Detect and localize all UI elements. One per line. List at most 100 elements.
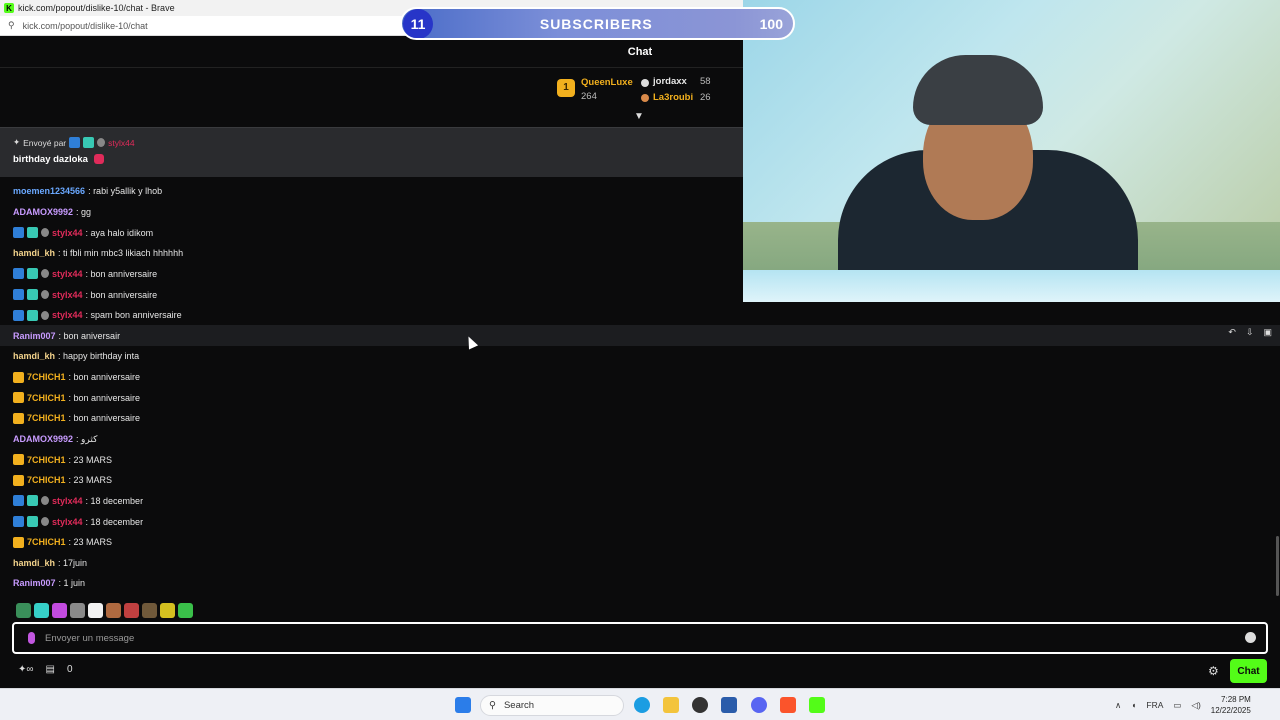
chat-username[interactable]: hamdi_kh (13, 558, 55, 568)
chat-message-row[interactable]: stylx44: bon anniversaire (0, 284, 1280, 305)
chat-username[interactable]: hamdi_kh (13, 248, 55, 258)
chat-username[interactable]: stylx44 (52, 517, 83, 527)
chat-message-row[interactable]: stylx44: bon anniversaire (0, 264, 1280, 285)
leaderboard-third-name[interactable]: La3roubi (653, 92, 693, 103)
brave-browser-icon[interactable] (780, 697, 796, 713)
chat-message-row[interactable]: hamdi_kh: happy birthday inta (0, 346, 1280, 367)
emote-icon[interactable] (52, 603, 67, 618)
emote-icon[interactable] (142, 603, 157, 618)
emote-icon[interactable] (124, 603, 139, 618)
chat-message-list[interactable]: moemen1234566: rabi y5allik y lhob ADAMOX… (0, 181, 1280, 594)
system-clock[interactable]: 7:28 PM 12/22/2025 (1211, 694, 1251, 716)
chat-username[interactable]: ADAMOX9992 (13, 434, 73, 444)
windows-start-icon[interactable] (455, 697, 471, 713)
emote-icon[interactable] (16, 603, 31, 618)
clock-date: 12/22/2025 (1210, 706, 1251, 715)
emote-icon[interactable] (34, 603, 49, 618)
taskbar-search[interactable]: ⚲ Search (480, 695, 624, 716)
chat-username[interactable]: Ranim007 (13, 578, 56, 588)
discord-icon[interactable] (751, 697, 767, 713)
chat-message-row[interactable]: 7CHICH1: bon anniversaire (0, 367, 1280, 388)
chat-message-row[interactable]: stylx44: 18 december (0, 511, 1280, 532)
points-icon[interactable]: ✦∞ (18, 664, 34, 675)
message-input-placeholder[interactable]: Envoyer un message (45, 633, 134, 644)
chat-message-row[interactable]: hamdi_kh: ti fbli min mbc3 likiach hhhhh… (0, 243, 1280, 264)
chat-username[interactable]: Ranim007 (13, 331, 56, 341)
chat-message-row[interactable]: 7CHICH1: 23 MARS (0, 470, 1280, 491)
chat-message-row[interactable]: stylx44: 18 december (0, 491, 1280, 512)
file-explorer-icon[interactable] (663, 697, 679, 713)
gift-leaderboard[interactable]: 1 QueenLuxe 264 jordaxx 58 La3roubi 26 (556, 74, 726, 106)
chat-message-row[interactable]: hamdi_kh: 17juin (0, 553, 1280, 574)
gifter-badge-icon (27, 309, 38, 321)
chat-message-row[interactable]: stylx44: spam bon anniversaire (0, 305, 1280, 326)
chat-message-row[interactable]: 7CHICH1: bon anniversaire (0, 408, 1280, 429)
gift-icon[interactable]: ▤ (46, 664, 55, 675)
microphone-icon[interactable] (28, 632, 35, 644)
chat-message-row[interactable]: moemen1234566: rabi y5allik y lhob (0, 181, 1280, 202)
chat-message-row[interactable]: 7CHICH1: 23 MARS (0, 449, 1280, 470)
volume-icon[interactable]: ◁) (1191, 700, 1200, 711)
crown-badge-icon (13, 454, 24, 466)
chat-username[interactable]: 7CHICH1 (27, 475, 66, 485)
chat-message-row[interactable]: 7CHICH1: 23 MARS (0, 532, 1280, 553)
obs-icon[interactable] (692, 697, 708, 713)
delete-icon[interactable]: ▣ (1263, 327, 1272, 338)
send-chat-button[interactable]: Chat (1230, 659, 1267, 683)
chat-scrollbar[interactable] (1276, 536, 1279, 596)
pinned-message[interactable]: ✦ Envoyé par stylx44 birthday dazloka (0, 127, 743, 177)
leaderboard-second-count: 58 (700, 76, 711, 87)
chat-username[interactable]: stylx44 (52, 290, 83, 300)
subscriber-count: 11 (403, 9, 433, 38)
leaderboard-first-count: 264 (581, 91, 597, 102)
leaderboard-first-name[interactable]: QueenLuxe (581, 77, 633, 88)
chat-username[interactable]: 7CHICH1 (27, 372, 66, 382)
pinned-sender-name[interactable]: stylx44 (108, 138, 134, 148)
emote-quick-bar[interactable] (16, 603, 193, 618)
crown-badge-icon (13, 536, 24, 548)
pin-message-icon[interactable]: ⇩ (1246, 327, 1254, 338)
first-place-icon: 1 (557, 79, 575, 97)
emote-icon[interactable] (178, 603, 193, 618)
chat-username[interactable]: 7CHICH1 (27, 413, 66, 423)
emoji-picker-icon[interactable] (1245, 632, 1256, 643)
reply-icon[interactable]: ↶ (1228, 327, 1236, 338)
collapse-pinned-icon[interactable]: ▼ (634, 111, 646, 122)
chat-username[interactable]: stylx44 (52, 269, 83, 279)
taskbar-search-placeholder[interactable]: Search (504, 700, 534, 711)
chat-message-row[interactable]: ADAMOX9992: كثرو (0, 429, 1280, 450)
microphone-tray-icon[interactable]: ◖ (1131, 700, 1136, 710)
tray-chevron-icon[interactable]: ∧ (1115, 700, 1121, 711)
chat-message-row[interactable]: Ranim007: bon aniversair ↶ ⇩ ▣ (0, 325, 1280, 347)
chat-username[interactable]: ADAMOX9992 (13, 207, 73, 217)
edge-browser-icon[interactable] (634, 697, 650, 713)
chat-message-row[interactable]: 7CHICH1: bon anniversaire (0, 387, 1280, 408)
message-input[interactable]: Envoyer un message (12, 622, 1268, 654)
chat-username[interactable]: hamdi_kh (13, 351, 55, 361)
network-icon[interactable]: ▭ (1173, 700, 1181, 711)
site-info-icon[interactable]: ⚲ (8, 20, 15, 31)
chat-message-row[interactable]: ADAMOX9992: gg (0, 202, 1280, 223)
emote-icon[interactable] (160, 603, 175, 618)
chat-username[interactable]: 7CHICH1 (27, 393, 66, 403)
subscriber-goal-bar: 11 SUBSCRIBERS 100 (400, 7, 795, 40)
chat-username[interactable]: stylx44 (52, 310, 83, 320)
chat-username[interactable]: 7CHICH1 (27, 537, 66, 547)
emote-icon[interactable] (106, 603, 121, 618)
chat-message-row[interactable]: stylx44: aya halo idikom (0, 222, 1280, 243)
chat-message-row[interactable]: Ranim007: 1 juin (0, 573, 1280, 594)
chat-username[interactable]: stylx44 (52, 228, 83, 238)
crown-badge-icon (13, 392, 24, 404)
url-text[interactable]: kick.com/popout/dislike-10/chat (23, 21, 148, 31)
windows-taskbar: ⚲ Search ∧ ◖ FRA ▭ ◁) 7:28 PM 12/22/2025 (0, 688, 1280, 720)
store-icon[interactable] (721, 697, 737, 713)
kick-app-icon[interactable] (809, 697, 825, 713)
language-indicator[interactable]: FRA (1146, 700, 1163, 710)
chat-username[interactable]: 7CHICH1 (27, 455, 66, 465)
leaderboard-second-name[interactable]: jordaxx (653, 76, 687, 87)
chat-username[interactable]: stylx44 (52, 496, 83, 506)
settings-gear-icon[interactable]: ⚙ (1208, 664, 1219, 678)
chat-username[interactable]: moemen1234566 (13, 186, 85, 196)
emote-icon[interactable] (88, 603, 103, 618)
emote-icon[interactable] (70, 603, 85, 618)
